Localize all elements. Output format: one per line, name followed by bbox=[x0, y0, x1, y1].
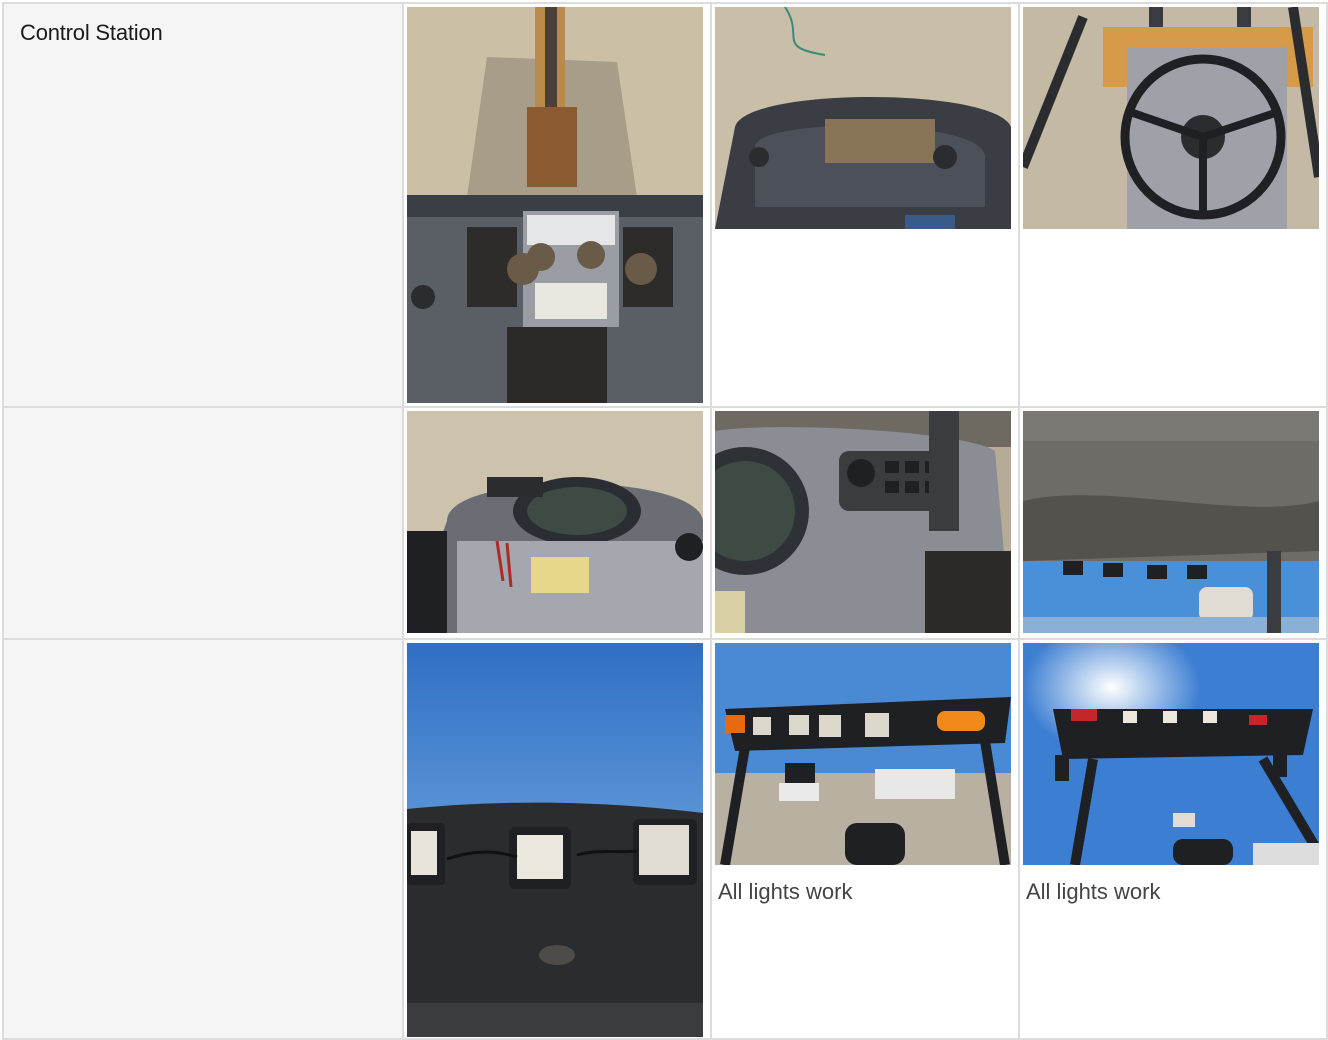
dashboard-ignition-photo[interactable] bbox=[715, 7, 1011, 229]
inspection-photo-table: Control Station All lights work All ligh… bbox=[2, 2, 1328, 1040]
steering-wheel-photo[interactable] bbox=[1023, 7, 1319, 229]
section-title: Control Station bbox=[20, 20, 163, 45]
table-row: All lights work All lights work bbox=[2, 638, 1328, 1040]
photo-cell bbox=[710, 2, 1020, 408]
section-label-cell bbox=[2, 406, 404, 640]
photo-cell bbox=[402, 2, 712, 408]
loader-controls-joysticks-photo[interactable] bbox=[407, 7, 703, 403]
canopy-rear-lights-photo[interactable] bbox=[1023, 643, 1319, 865]
instrument-cluster-photo[interactable] bbox=[407, 411, 703, 633]
table-row bbox=[2, 406, 1328, 640]
switch-panel-photo[interactable] bbox=[715, 411, 1011, 633]
table-row: Control Station bbox=[2, 2, 1328, 408]
canopy-work-lights-photo[interactable] bbox=[407, 643, 703, 1037]
photo-cell: All lights work bbox=[1018, 638, 1328, 1040]
photo-cell: All lights work bbox=[710, 638, 1020, 1040]
photo-cell bbox=[402, 406, 712, 640]
canopy-front-lights-photo[interactable] bbox=[715, 643, 1011, 865]
photo-cell bbox=[1018, 406, 1328, 640]
photo-cell bbox=[1018, 2, 1328, 408]
photo-caption: All lights work bbox=[718, 879, 853, 904]
photo-cell bbox=[402, 638, 712, 1040]
section-label-cell bbox=[2, 638, 404, 1040]
canopy-underside-photo[interactable] bbox=[1023, 411, 1319, 633]
section-label-cell: Control Station bbox=[2, 2, 404, 408]
photo-cell bbox=[710, 406, 1020, 640]
photo-caption: All lights work bbox=[1026, 879, 1161, 904]
